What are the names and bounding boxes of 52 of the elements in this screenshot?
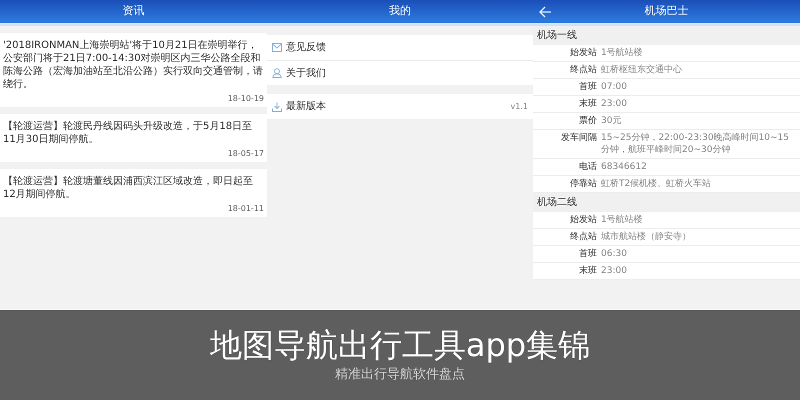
caption-title: 地图导航出行工具app集锦	[210, 326, 590, 364]
news-card[interactable]: 【轮渡运营】轮渡民丹线因码头升级改造，于5月18日至11月30日期间停航。 18-05-17	[0, 114, 267, 162]
menu-label: 最新版本	[286, 100, 326, 114]
download-icon	[272, 102, 282, 112]
back-arrow-icon	[539, 6, 552, 18]
field-value: 1号航站楼	[601, 47, 644, 59]
field-value: 虹桥枢纽东交通中心	[601, 64, 683, 76]
news-date: 18-10-19	[228, 93, 264, 105]
line-name: 机场一线	[537, 28, 577, 43]
news-text: 【轮渡运营】轮渡塘董线因浦西滨江区域改造，即日起至12月期间停航。	[3, 175, 254, 201]
back-button[interactable]	[538, 4, 553, 19]
field-label: 首班	[578, 81, 598, 93]
news-card[interactable]: 【轮渡运营】轮渡塘董线因浦西滨江区域改造，即日起至12月期间停航。 18-01-11	[0, 169, 267, 217]
field-label: 电话	[578, 161, 598, 173]
field-label: 终点站	[569, 64, 598, 76]
header-title: 资讯	[122, 3, 144, 20]
field-value: 1号航站楼	[601, 214, 644, 226]
field-label: 始发站	[569, 214, 598, 226]
menu-label: 意见反馈	[286, 40, 326, 55]
line-name: 机场二线	[537, 196, 577, 210]
field-label: 末班	[578, 98, 598, 110]
menu-item[interactable]: 关于我们	[267, 60, 533, 85]
field-value: 15~25分钟，22:00-23:30晚高峰时间10~15分钟，航班平峰时间20~30分钟	[601, 132, 790, 156]
field-label: 始发站	[569, 47, 598, 59]
news-date: 18-05-17	[228, 148, 264, 160]
menu-label: 关于我们	[286, 66, 326, 80]
field-label: 首班	[578, 248, 598, 260]
news-card[interactable]: '2018IRONMAN上海崇明站'将于10月21日在崇明举行，公安部门将于21日7:00-14:30对崇明区内三华公路全段和陈海公路（宏海加油站至北沿公路）实行双向交通管制，请绕行。 18-10-19	[0, 33, 267, 107]
news-text: '2018IRONMAN上海崇明站'将于10月21日在崇明举行，公安部门将于21日7:00-14:30对崇明区内三华公路全段和陈海公路（宏海加油站至北沿公路）实行双向交通管制，请绕行。	[3, 39, 264, 91]
field-value: 23:00	[601, 265, 628, 277]
version-text: v1.1	[510, 100, 528, 112]
news-date: 18-01-11	[228, 203, 264, 215]
field-value: 23:00	[601, 98, 628, 110]
mail-icon	[272, 43, 282, 52]
field-label: 票价	[578, 115, 598, 127]
caption-subtitle: 精准出行导航软件盘点	[335, 366, 465, 384]
person-icon	[272, 68, 282, 78]
news-text: 【轮渡运营】轮渡民丹线因码头升级改造，于5月18日至11月30日期间停航。	[3, 120, 254, 146]
field-value: 68346612	[601, 161, 648, 173]
field-value: 30元	[601, 115, 622, 127]
header-title: 机场巴士	[644, 3, 688, 20]
field-label: 终点站	[569, 231, 598, 243]
field-label: 发车间隔	[560, 132, 598, 144]
field-label: 停靠站	[569, 178, 598, 190]
header-title: 我的	[389, 3, 411, 20]
field-value: 城市航站楼（静安寺）	[601, 231, 692, 243]
field-value: 虹桥T2候机楼、虹桥火车站	[601, 178, 712, 190]
menu-item[interactable]: 意见反馈	[267, 35, 533, 60]
field-value: 07:00	[601, 81, 628, 93]
field-value: 06:30	[601, 248, 628, 260]
menu-item[interactable]: 最新版本 v1.1	[267, 94, 533, 119]
field-label: 末班	[578, 265, 598, 277]
